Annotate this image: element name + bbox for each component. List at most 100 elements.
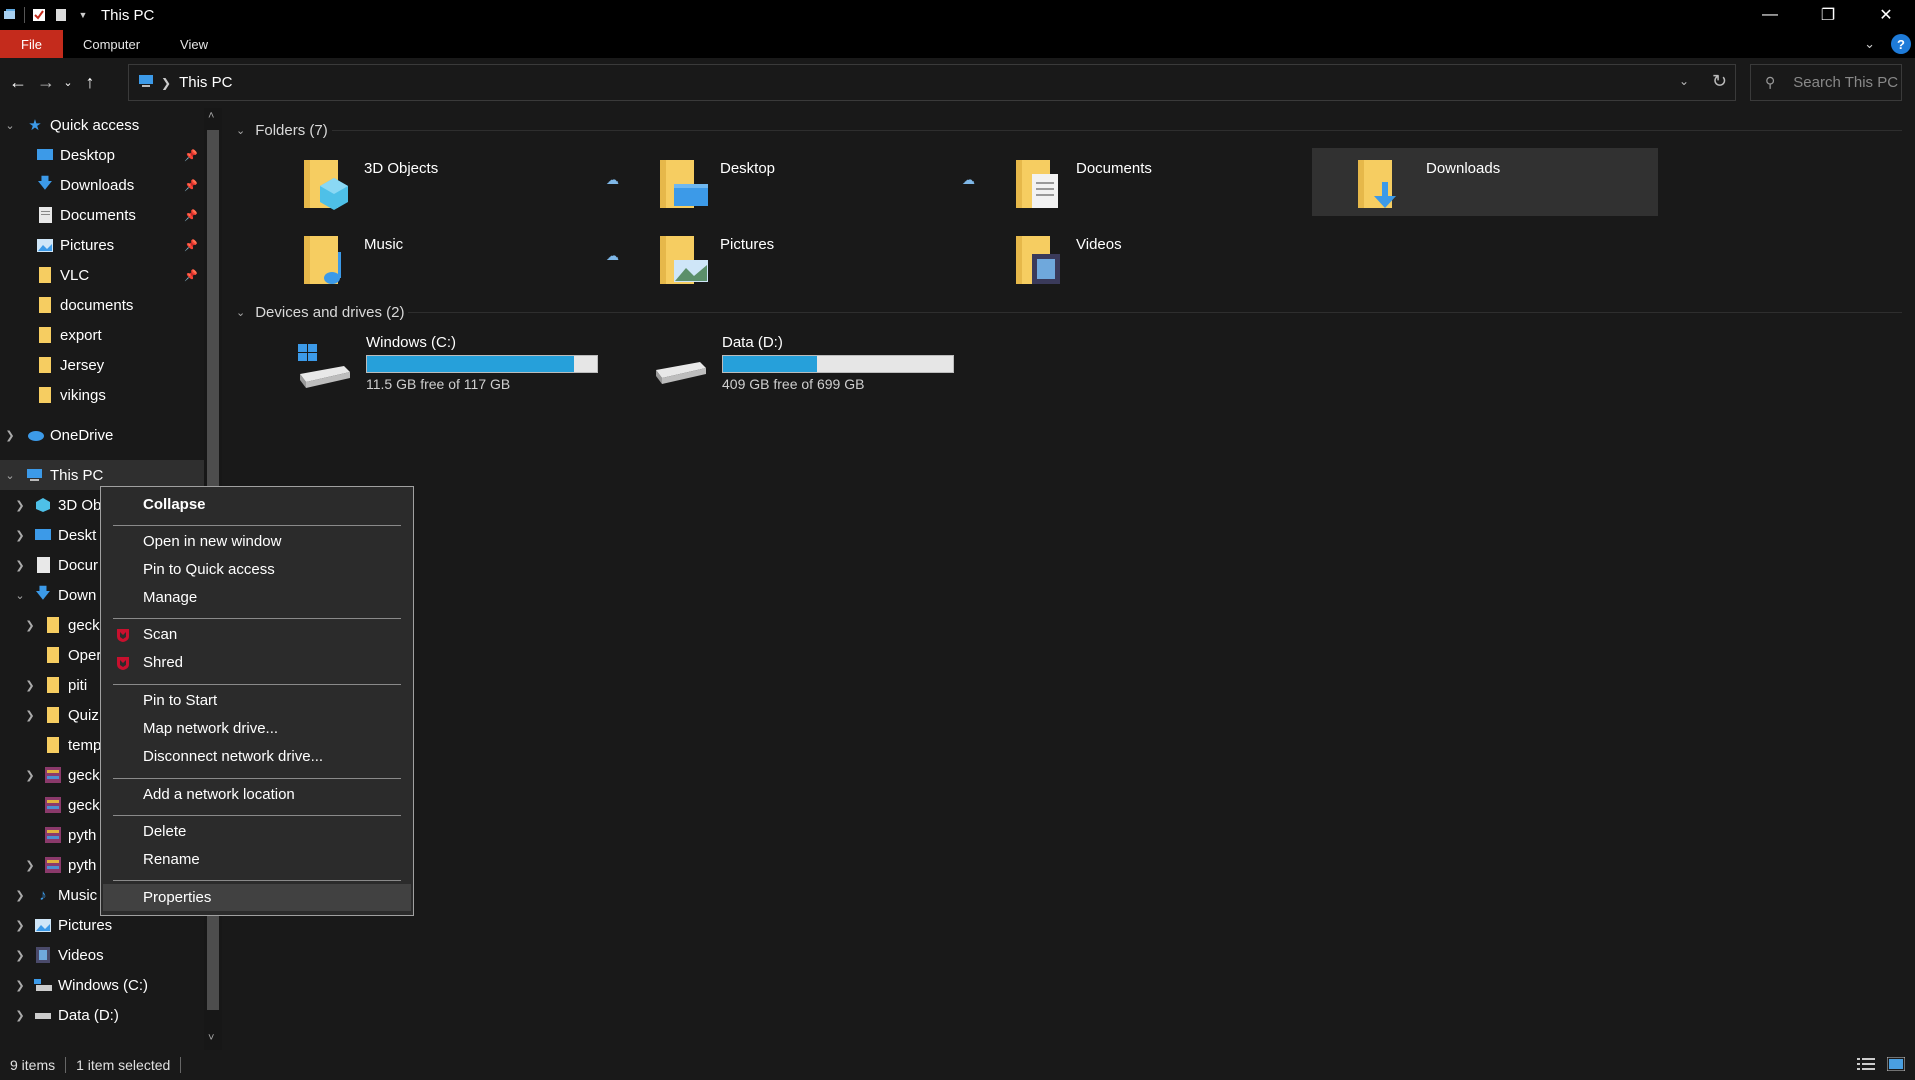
menu-item-shred[interactable]: Shred <box>103 649 411 676</box>
sidebar-item-label: Down <box>58 586 97 604</box>
explorer-app-icon[interactable] <box>2 7 18 23</box>
pin-icon[interactable]: 📌 <box>184 239 198 252</box>
tab-view[interactable]: View <box>160 30 228 58</box>
folder-downloads[interactable]: Downloads <box>1312 148 1658 216</box>
folder-icon <box>36 357 54 373</box>
new-folder-icon[interactable] <box>53 7 69 23</box>
drive-windows-c[interactable]: Windows (C:) 11.5 GB free of 117 GB <box>296 334 636 396</box>
sidebar-item-jersey[interactable]: Jersey <box>0 350 204 380</box>
sidebar-item-data-d[interactable]: ❯ Data (D:) <box>0 1000 204 1030</box>
restore-button[interactable]: ❐ <box>1799 0 1857 30</box>
sidebar-item-documents[interactable]: Documents 📌 <box>0 200 204 230</box>
properties-icon[interactable] <box>31 7 47 23</box>
large-icons-view-icon[interactable] <box>1886 1056 1906 1074</box>
menu-item-rename[interactable]: Rename <box>103 846 411 873</box>
chevron-right-icon[interactable]: ❯ <box>24 769 36 782</box>
folders-group-header[interactable]: ⌄ Folders (7) <box>236 118 328 142</box>
menu-item-properties[interactable]: Properties <box>103 884 411 911</box>
address-bar[interactable]: ❯ This PC ⌄ ↻ <box>128 64 1736 101</box>
menu-item-map-network-drive[interactable]: Map network drive... <box>103 715 411 742</box>
menu-item-add-network-location[interactable]: Add a network location <box>103 781 411 808</box>
chevron-down-icon[interactable]: ⌄ <box>236 306 245 319</box>
chevron-right-icon[interactable]: ❯ <box>14 529 26 542</box>
scroll-down-icon[interactable]: ˅ <box>208 1032 214 1044</box>
sidebar-item-onedrive[interactable]: ❯ OneDrive <box>0 420 204 450</box>
drive-data-d[interactable]: Data (D:) 409 GB free of 699 GB <box>652 334 992 396</box>
system-drive-icon <box>34 977 52 993</box>
pin-icon[interactable]: 📌 <box>184 149 198 162</box>
chevron-right-icon[interactable]: ❯ <box>14 499 26 512</box>
chevron-down-icon[interactable]: ⌄ <box>4 119 16 132</box>
search-input[interactable]: ⚲ Search This PC <box>1750 64 1902 101</box>
chevron-right-icon[interactable]: ❯ <box>14 889 26 902</box>
forward-button[interactable]: → <box>32 66 60 98</box>
chevron-right-icon[interactable]: ❯ <box>14 979 26 992</box>
menu-item-open-new-window[interactable]: Open in new window <box>103 528 411 555</box>
sidebar-item-label: geck <box>68 766 100 784</box>
pin-icon[interactable]: 📌 <box>184 209 198 222</box>
folder-desktop[interactable]: Desktop <box>648 148 994 216</box>
menu-item-pin-start[interactable]: Pin to Start <box>103 687 411 714</box>
folder-3d-objects[interactable]: 3D Objects <box>292 148 638 216</box>
chevron-right-icon[interactable]: ❯ <box>24 709 36 722</box>
expand-ribbon-icon[interactable]: ⌄ <box>1864 36 1875 52</box>
folder-icon <box>36 297 54 313</box>
sidebar-item-vikings[interactable]: vikings <box>0 380 204 410</box>
recent-locations-icon[interactable]: ⌄ <box>60 66 76 98</box>
tab-computer[interactable]: Computer <box>63 30 160 58</box>
menu-item-disconnect-network-drive[interactable]: Disconnect network drive... <box>103 743 411 770</box>
drives-group-header[interactable]: ⌄ Devices and drives (2) <box>236 300 404 324</box>
sidebar-item-pictures[interactable]: Pictures 📌 <box>0 230 204 260</box>
chevron-right-icon[interactable]: ❯ <box>4 429 16 442</box>
chevron-right-icon[interactable]: ❯ <box>24 859 36 872</box>
back-button[interactable]: ← <box>4 66 32 98</box>
details-view-icon[interactable] <box>1857 1057 1875 1074</box>
sidebar-item-windows-c[interactable]: ❯ Windows (C:) <box>0 970 204 1000</box>
address-dropdown-icon[interactable]: ⌄ <box>1679 74 1689 88</box>
chevron-right-icon[interactable]: ❯ <box>24 679 36 692</box>
folder-pictures[interactable]: Pictures <box>648 224 994 292</box>
breadcrumb-chevron-icon[interactable]: ❯ <box>161 76 171 90</box>
sidebar-item-label: Documents <box>60 206 136 224</box>
close-button[interactable]: ✕ <box>1857 0 1915 30</box>
sidebar-item-label: Oper <box>68 646 102 664</box>
sidebar-item-desktop[interactable]: Desktop 📌 <box>0 140 204 170</box>
up-button[interactable]: ↑ <box>76 66 104 98</box>
chevron-right-icon[interactable]: ❯ <box>14 1009 26 1022</box>
chevron-down-icon[interactable]: ⌄ <box>14 589 26 602</box>
3d-objects-icon <box>34 497 52 513</box>
sidebar-item-label: export <box>60 326 102 344</box>
sidebar-item-export[interactable]: export <box>0 320 204 350</box>
chevron-right-icon[interactable]: ❯ <box>14 949 26 962</box>
sidebar-item-vlc[interactable]: VLC 📌 <box>0 260 204 290</box>
sidebar-item-videos[interactable]: ❯ Videos <box>0 940 204 970</box>
refresh-icon[interactable]: ↻ <box>1712 71 1727 92</box>
mcafee-shield-icon <box>117 629 129 642</box>
pin-icon[interactable]: 📌 <box>184 179 198 192</box>
chevron-down-icon[interactable]: ⌄ <box>4 469 16 482</box>
folder-documents[interactable]: Documents <box>1004 148 1350 216</box>
chevron-down-icon[interactable]: ⌄ <box>236 124 245 137</box>
help-icon[interactable]: ? <box>1891 34 1911 54</box>
menu-separator <box>113 778 401 779</box>
sidebar-item-quick-access[interactable]: ⌄ ★ Quick access <box>0 110 204 140</box>
folder-videos[interactable]: Videos <box>1004 224 1350 292</box>
menu-item-scan[interactable]: Scan <box>103 621 411 648</box>
cloud-sync-icon: ☁ <box>606 172 619 187</box>
menu-item-delete[interactable]: Delete <box>103 818 411 845</box>
customize-toolbar-icon[interactable]: ▼ <box>75 7 91 23</box>
menu-item-manage[interactable]: Manage <box>103 584 411 611</box>
sidebar-item-downloads[interactable]: 🡇 Downloads 📌 <box>0 170 204 200</box>
menu-item-pin-quick-access[interactable]: Pin to Quick access <box>103 556 411 583</box>
tab-file[interactable]: File <box>0 30 63 58</box>
minimize-button[interactable]: — <box>1741 0 1799 30</box>
chevron-right-icon[interactable]: ❯ <box>14 559 26 572</box>
pin-icon[interactable]: 📌 <box>184 269 198 282</box>
breadcrumb-this-pc[interactable]: This PC <box>179 74 232 91</box>
chevron-right-icon[interactable]: ❯ <box>24 619 36 632</box>
sidebar-item-documents-folder[interactable]: documents <box>0 290 204 320</box>
menu-item-collapse[interactable]: Collapse <box>103 491 411 518</box>
chevron-right-icon[interactable]: ❯ <box>14 919 26 932</box>
folder-music[interactable]: Music <box>292 224 638 292</box>
scroll-up-icon[interactable]: ˄ <box>208 110 214 122</box>
